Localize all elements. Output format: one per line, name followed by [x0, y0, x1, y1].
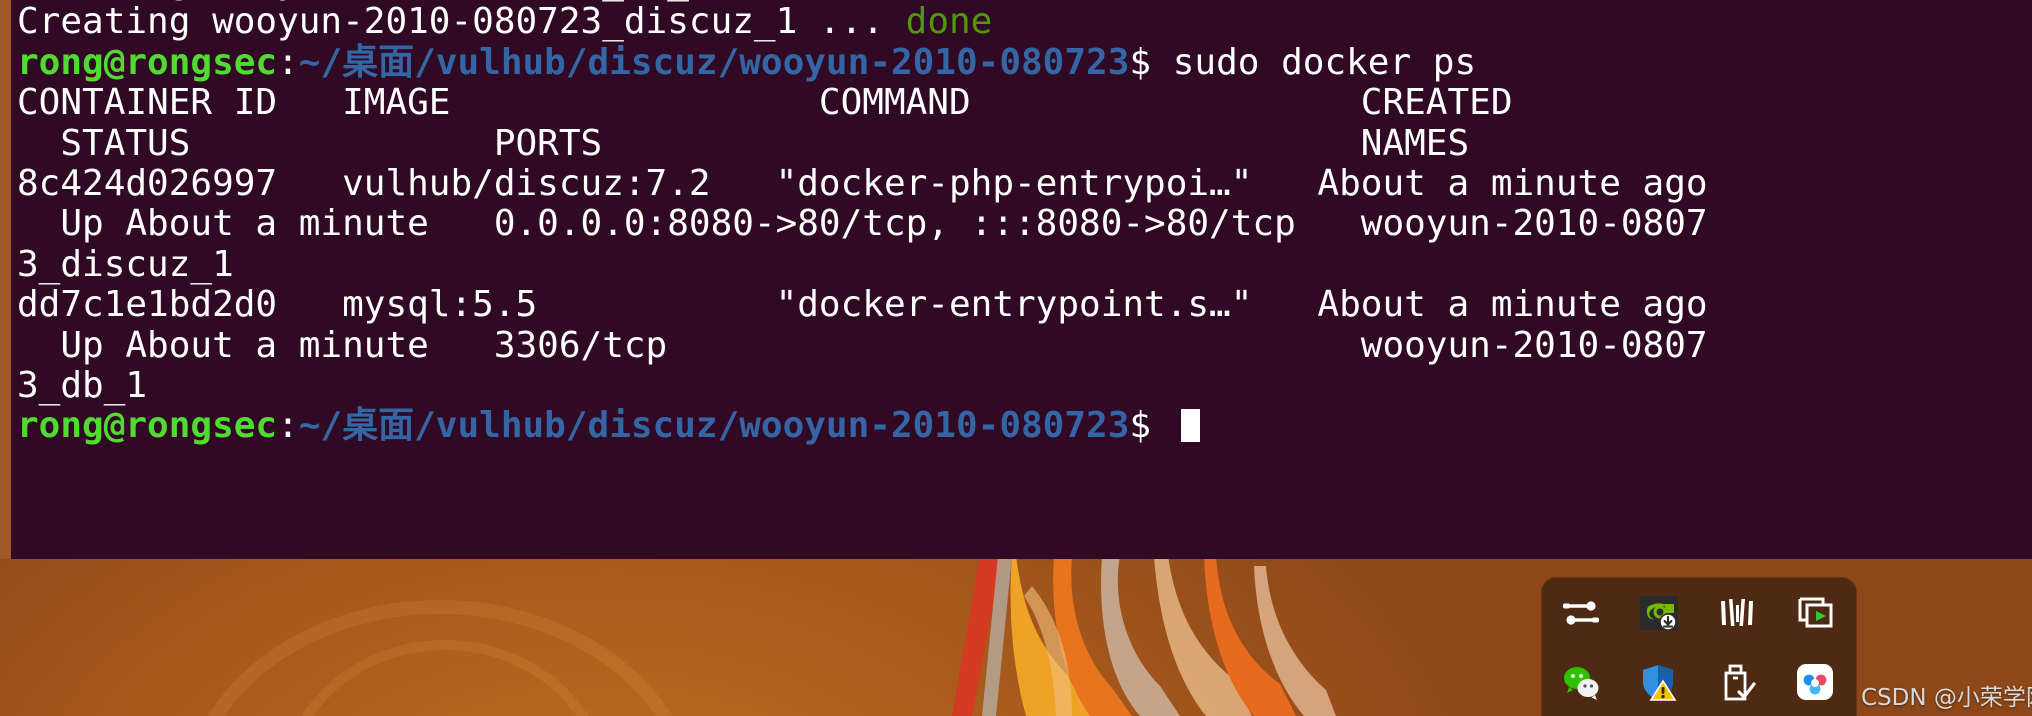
- terminal-text: 3_db_1: [17, 364, 148, 406]
- terminal-text: 8c424d026997 vulhub/discuz:7.2 "docker-p…: [17, 162, 1708, 204]
- terminal-text: ~/桌面/vulhub/discuz/wooyun-2010-080723: [298, 41, 1130, 83]
- line-row1-b: Up About a minute 0.0.0.0:8080->80/tcp, …: [17, 204, 2032, 244]
- terminal-text: rong@rongsec: [17, 41, 278, 83]
- terminal-text: 3_discuz_1: [17, 243, 234, 285]
- terminal-text: rong@rongsec: [17, 405, 278, 447]
- terminal-window[interactable]: Creating wooyun-2010-080723_db_1 ... don…: [0, 0, 2032, 559]
- line-prompt-command: rong@rongsec:~/桌面/vulhub/discuz/wooyun-2…: [17, 41, 2032, 83]
- line-prompt-final: rong@rongsec:~/桌面/vulhub/discuz/wooyun-2…: [17, 406, 2032, 446]
- settings-sliders-icon[interactable]: [1542, 578, 1620, 647]
- terminal-text: Creating wooyun-2010-080723_discuz_1: [17, 1, 819, 43]
- baidu-netdisk-icon[interactable]: [1776, 647, 1854, 716]
- csdn-watermark: CSDN @小荣学网安: [1861, 685, 2032, 711]
- terminal-text: dd7c1e1bd2d0 mysql:5.5 "docker-entrypoin…: [17, 284, 1708, 326]
- usb-check-icon[interactable]: [1698, 647, 1776, 716]
- line-header-2: STATUS PORTS NAMES: [17, 122, 2032, 164]
- system-tray-panel[interactable]: [1542, 578, 1856, 716]
- screen-record-icon[interactable]: [1776, 578, 1854, 647]
- terminal-text: :: [277, 41, 299, 83]
- terminal-text: $ sudo docker ps: [1129, 41, 1477, 83]
- line-row1-c: 3_discuz_1: [17, 243, 2032, 285]
- terminal-output[interactable]: Creating wooyun-2010-080723_db_1 ... don…: [11, 0, 2032, 447]
- wallpaper-artwork: [952, 556, 1336, 716]
- monitor-bars-icon[interactable]: [1698, 578, 1776, 647]
- nvidia-download-icon[interactable]: [1620, 578, 1698, 647]
- line-row2-b: Up About a minute 3306/tcp wooyun-2010-0…: [17, 324, 2032, 366]
- screen-root: Creating wooyun-2010-080723_db_1 ... don…: [0, 0, 2032, 716]
- terminal-text: Up About a minute 0.0.0.0:8080->80/tcp, …: [17, 203, 1708, 245]
- security-shield-warning-icon[interactable]: [1620, 647, 1698, 716]
- line-row2-a: dd7c1e1bd2d0 mysql:5.5 "docker-entrypoin…: [17, 284, 2032, 326]
- terminal-text: $: [1129, 405, 1173, 447]
- terminal-text: ~/桌面/vulhub/discuz/wooyun-2010-080723: [298, 405, 1130, 447]
- terminal-text: :: [277, 405, 299, 447]
- terminal-text: STATUS PORTS NAMES: [17, 122, 1470, 164]
- terminal-text: Up About a minute 3306/tcp wooyun-2010-0…: [17, 324, 1708, 366]
- line-row1-a: 8c424d026997 vulhub/discuz:7.2 "docker-p…: [17, 162, 2032, 204]
- terminal-text: CONTAINER ID IMAGE COMMAND CREATED: [17, 82, 1513, 124]
- line-creating-discuz: Creating wooyun-2010-080723_discuz_1 ...…: [17, 2, 2032, 42]
- terminal-cursor: [1180, 409, 1200, 443]
- tray-row-top: [1542, 578, 1856, 647]
- terminal-text: ...: [818, 1, 906, 43]
- tray-row-bottom: [1542, 647, 1856, 716]
- line-header-1: CONTAINER ID IMAGE COMMAND CREATED: [17, 82, 2032, 124]
- line-row2-c: 3_db_1: [17, 364, 2032, 406]
- wechat-icon[interactable]: [1542, 647, 1620, 716]
- terminal-text: done: [905, 1, 993, 43]
